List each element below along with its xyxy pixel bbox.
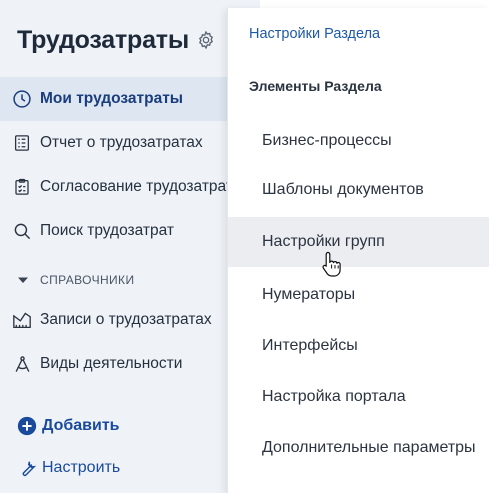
page-title: Трудозатраты — [17, 25, 189, 54]
configure-button[interactable]: Настроить — [17, 454, 120, 482]
search-icon — [12, 221, 32, 241]
sidebar-item-my-timesheets[interactable]: Мои трудозатраты — [0, 77, 260, 121]
menu-item-group-settings[interactable]: Настройки групп — [228, 217, 489, 267]
sidebar-header: Трудозатраты — [17, 22, 217, 58]
sidebar-item-label: Отчет о трудозатратах — [40, 134, 203, 151]
section-label: СПРАВОЧНИКИ — [40, 273, 135, 287]
sidebar-item-records[interactable]: Записи о трудозатратах — [0, 298, 260, 342]
dropdown-group-title: Элементы Раздела — [249, 78, 382, 94]
sidebar-item-label: Виды деятельности — [40, 355, 183, 372]
menu-item-numerators[interactable]: Нумераторы — [228, 270, 489, 320]
menu-item-additional-parameters[interactable]: Дополнительные параметры — [228, 423, 489, 473]
sidebar-item-label: Поиск трудозатрат — [40, 222, 175, 239]
sidebar-item-activity-types[interactable]: Виды деятельности — [0, 342, 260, 386]
menu-item-label: Шаблоны документов — [262, 181, 424, 198]
menu-item-portal-settings[interactable]: Настройка портала — [228, 372, 489, 422]
sidebar-item-search[interactable]: Поиск трудозатрат — [0, 209, 260, 253]
sidebar-item-approval[interactable]: Согласование трудозатрат — [0, 165, 260, 209]
add-button[interactable]: Добавить — [17, 412, 120, 440]
checklist-icon — [12, 133, 32, 153]
sidebar-item-label: Согласование трудозатрат — [40, 178, 233, 195]
configure-label: Настроить — [42, 459, 121, 476]
menu-item-label: Настройка портала — [262, 388, 406, 405]
menu-item-business-processes[interactable]: Бизнес-процессы — [228, 116, 489, 166]
sidebar: Трудозатраты Мои трудозатраты Отчет о тр… — [0, 0, 260, 493]
menu-item-document-templates[interactable]: Шаблоны документов — [228, 165, 489, 215]
section-toggle-directories[interactable]: СПРАВОЧНИКИ — [18, 270, 134, 290]
menu-item-interfaces[interactable]: Интерфейсы — [228, 321, 489, 371]
sidebar-item-label: Записи о трудозатратах — [40, 311, 212, 328]
sidebar-item-label: Мои трудозатраты — [40, 90, 184, 107]
dropdown-header-link[interactable]: Настройки Раздела — [249, 26, 380, 42]
section-settings-dropdown: Настройки Раздела Элементы Раздела Бизне… — [227, 8, 489, 493]
clock-icon — [12, 89, 32, 109]
wrench-icon — [17, 458, 37, 478]
plus-circle-icon — [17, 416, 37, 436]
sidebar-item-report[interactable]: Отчет о трудозатратах — [0, 121, 260, 165]
menu-item-label: Бизнес-процессы — [262, 132, 392, 149]
menu-item-label: Настройки групп — [262, 233, 385, 250]
add-label: Добавить — [42, 417, 120, 434]
menu-item-label: Нумераторы — [262, 286, 356, 303]
app-window: Трудозатраты Мои трудозатраты Отчет о тр… — [0, 0, 489, 493]
caret-down-icon — [18, 275, 28, 285]
compass-icon — [12, 354, 32, 374]
settings-button[interactable] — [195, 29, 217, 51]
gear-icon — [198, 30, 213, 50]
clipboard-check-icon — [12, 177, 32, 197]
ruler-icon — [12, 310, 32, 330]
menu-item-label: Дополнительные параметры — [262, 439, 476, 456]
menu-item-label: Интерфейсы — [262, 337, 358, 354]
